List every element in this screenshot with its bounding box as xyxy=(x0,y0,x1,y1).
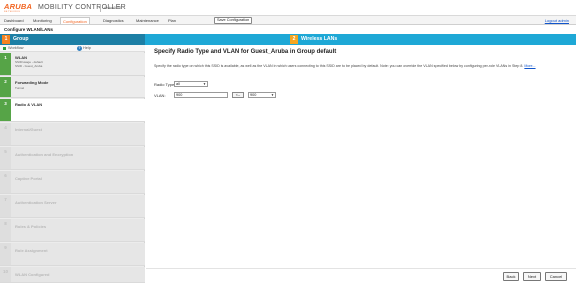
step-description: Specify the radio type on which this SSI… xyxy=(154,64,536,68)
radio-type-label: Radio Type: xyxy=(154,82,176,87)
back-button[interactable]: Back xyxy=(503,272,519,281)
workflow-step-radio-vlan[interactable]: 3 Radio & VLAN xyxy=(0,99,145,122)
group-step-number: 1 xyxy=(2,35,10,44)
workflow-step-wlan[interactable]: 1 WLAN SSID/usage - default SSID - Guest… xyxy=(0,53,145,76)
workflow-header: Workflow ? Help xyxy=(0,45,145,52)
footer-divider xyxy=(146,268,576,269)
aruba-logo: ARUBA NETWORKS xyxy=(4,2,33,14)
workflow-step-internal-guest[interactable]: 4 Internal/Guest xyxy=(0,123,145,146)
main-panel: Specify Radio Type and VLAN for Guest_Ar… xyxy=(146,45,576,283)
workflow-label: Workflow xyxy=(8,46,24,50)
page-title: Configure WLAN/LANs xyxy=(0,26,576,34)
save-configuration-button[interactable]: Save Configuration xyxy=(214,17,253,24)
top-bar: ARUBA NETWORKS MOBILITY CONTROLLER Aruba… xyxy=(0,0,576,16)
radio-type-select[interactable]: all ▼ xyxy=(174,81,208,87)
workflow-sidebar: Workflow ? Help 1 WLAN SSID/usage - defa… xyxy=(0,45,145,283)
help-icon[interactable]: ? xyxy=(77,46,82,51)
workflow-step-captive-portal[interactable]: 6 Captive Portal xyxy=(0,171,145,194)
vlan-move-button[interactable]: <-- xyxy=(232,92,244,98)
tab-maintenance[interactable]: Maintenance xyxy=(134,17,161,24)
workflow-step-roles-policies[interactable]: 8 Roles & Policies xyxy=(0,219,145,242)
workflow-step-role-assignment[interactable]: 9 Role Assignment xyxy=(0,243,145,266)
vlan-select[interactable]: 900 ▼ xyxy=(248,92,276,98)
workflow-step-forwarding-mode[interactable]: 2 Forwarding Mode Tunnel xyxy=(0,77,145,98)
workflow-step-authentication-encryption[interactable]: 5 Authentication and Encryption xyxy=(0,147,145,170)
tab-configuration[interactable]: Configuration xyxy=(60,17,90,24)
workflow-step-wlan-configured[interactable]: 10 WLAN Configured xyxy=(0,267,145,283)
wireless-lans-step-bar: 2 Wireless LANs xyxy=(288,34,576,45)
tab-dashboard[interactable]: Dashboard xyxy=(2,17,26,24)
chevron-down-icon: ▼ xyxy=(203,82,206,86)
chevron-down-icon: ▼ xyxy=(271,93,274,97)
tab-diagnostics[interactable]: Diagnostics xyxy=(101,17,126,24)
title-divider xyxy=(100,4,101,12)
cancel-button[interactable]: Cancel xyxy=(545,272,567,281)
wlan-step-number: 2 xyxy=(290,35,298,44)
more-link[interactable]: More... xyxy=(524,64,535,68)
controller-model: Aruba6000 xyxy=(104,6,122,10)
help-link[interactable]: Help xyxy=(83,46,91,51)
step-heading: Specify Radio Type and VLAN for Guest_Ar… xyxy=(154,49,337,55)
main-nav: Dashboard Monitoring Configuration Diagn… xyxy=(0,16,576,25)
tab-monitoring[interactable]: Monitoring xyxy=(31,17,54,24)
next-button[interactable]: Next xyxy=(523,272,541,281)
workflow-step-authentication-server[interactable]: 7 Authentication Server xyxy=(0,195,145,218)
wizard-bar-spacer xyxy=(145,34,288,45)
logout-link[interactable]: Logout admin xyxy=(545,17,569,24)
group-step-label: Group xyxy=(13,36,29,42)
workflow-icon xyxy=(3,47,6,50)
vlan-label: VLAN: xyxy=(154,93,166,98)
vlan-input[interactable]: 900 xyxy=(174,92,228,98)
group-step-bar: 1 Group xyxy=(0,34,145,45)
tab-plan[interactable]: Plan xyxy=(166,17,178,24)
wlan-step-label: Wireless LANs xyxy=(301,36,338,42)
